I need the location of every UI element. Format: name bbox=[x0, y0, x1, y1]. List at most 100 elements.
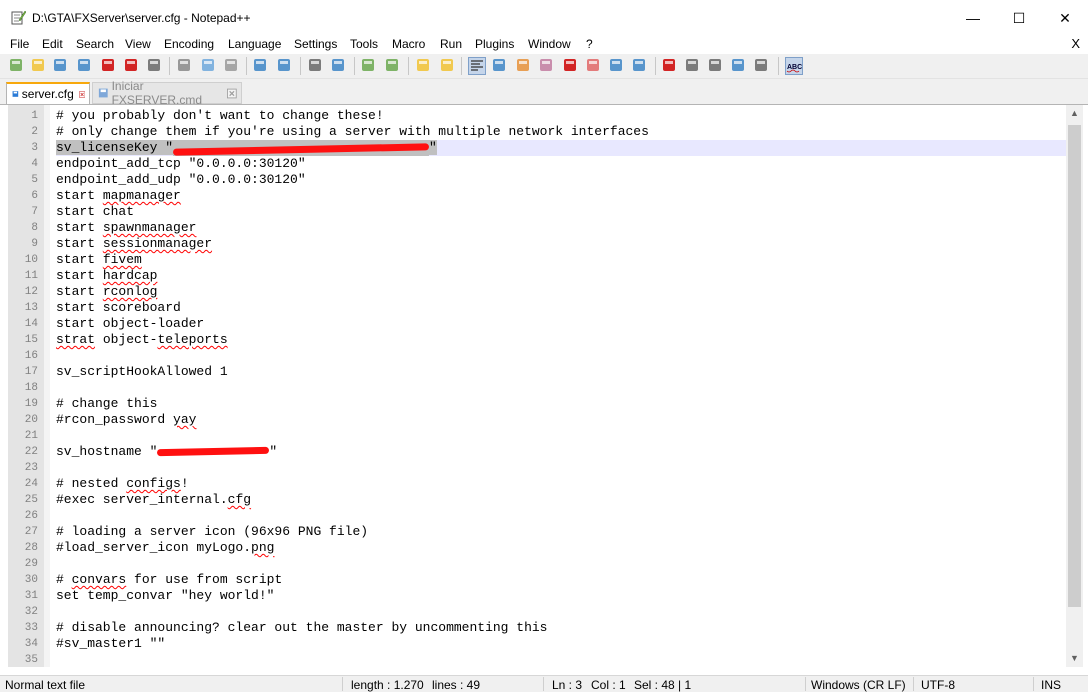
undo-icon[interactable] bbox=[252, 57, 268, 73]
code-line[interactable]: endpoint_add_udp "0.0.0.0:30120" bbox=[56, 172, 1066, 188]
code-line[interactable]: start chat bbox=[56, 204, 1066, 220]
zoom-out-icon[interactable] bbox=[384, 57, 400, 73]
code-line[interactable]: #sv_master1 "" bbox=[56, 636, 1066, 652]
code-line[interactable] bbox=[56, 428, 1066, 444]
code-line[interactable]: #exec server_internal.cfg bbox=[56, 492, 1066, 508]
tab-iniciar-fxserver[interactable]: Iniciar FXSERVER.cmd bbox=[92, 79, 242, 107]
tab-close-icon[interactable] bbox=[78, 89, 85, 100]
code-line[interactable]: # convars for use from script bbox=[56, 572, 1066, 588]
tab-server-cfg[interactable]: server.cfg bbox=[6, 82, 90, 104]
menu-tools[interactable]: Tools bbox=[350, 37, 378, 51]
status-encoding[interactable]: UTF-8 bbox=[921, 678, 955, 692]
code-line[interactable]: # only change them if you're using a ser… bbox=[56, 124, 1066, 140]
document-map-icon[interactable] bbox=[562, 57, 578, 73]
menu-edit[interactable]: Edit bbox=[42, 37, 63, 51]
code-line[interactable] bbox=[56, 652, 1066, 668]
code-line[interactable]: start mapmanager bbox=[56, 188, 1066, 204]
status-insert-mode[interactable]: INS bbox=[1041, 678, 1061, 692]
close-window-button[interactable]: ✕ bbox=[1042, 0, 1088, 36]
menu-search[interactable]: Search bbox=[76, 37, 114, 51]
status-eol[interactable]: Windows (CR LF) bbox=[811, 678, 906, 692]
tab-close-icon[interactable] bbox=[227, 88, 237, 99]
code-line[interactable]: start rconlog bbox=[56, 284, 1066, 300]
save-all-icon[interactable] bbox=[76, 57, 92, 73]
copy-icon[interactable] bbox=[200, 57, 216, 73]
code-line[interactable]: # change this bbox=[56, 396, 1066, 412]
menu-language[interactable]: Language bbox=[228, 37, 281, 51]
code-line[interactable]: #rcon_password yay bbox=[56, 412, 1066, 428]
show-all-chars-icon[interactable] bbox=[491, 57, 507, 73]
status-lines: lines : 49 bbox=[432, 678, 481, 692]
code-line[interactable]: sv_hostname " " bbox=[56, 444, 1066, 460]
code-line[interactable]: # nested configs! bbox=[56, 476, 1066, 492]
monitoring-icon[interactable] bbox=[631, 57, 647, 73]
paste-icon[interactable] bbox=[223, 57, 239, 73]
menu-run[interactable]: Run bbox=[440, 37, 462, 51]
menu-settings[interactable]: Settings bbox=[294, 37, 337, 51]
word-wrap-icon[interactable] bbox=[468, 57, 486, 75]
menu-view[interactable]: View bbox=[125, 37, 151, 51]
code-line[interactable] bbox=[56, 508, 1066, 524]
code-line[interactable]: # disable announcing? clear out the mast… bbox=[56, 620, 1066, 636]
find-icon[interactable] bbox=[307, 57, 323, 73]
code-line[interactable]: sv_licenseKey " " bbox=[56, 140, 1066, 156]
menu-window[interactable]: Window bbox=[528, 37, 571, 51]
code-line[interactable]: start object-loader bbox=[56, 316, 1066, 332]
close-all-icon[interactable] bbox=[123, 57, 139, 73]
save-macro-icon[interactable] bbox=[753, 57, 769, 73]
record-macro-icon[interactable] bbox=[661, 57, 677, 73]
code-line[interactable]: start spawnmanager bbox=[56, 220, 1066, 236]
folder-as-workspace-icon[interactable] bbox=[608, 57, 624, 73]
code-text: " bbox=[269, 444, 278, 459]
code-line[interactable]: #load_server_icon myLogo.png bbox=[56, 540, 1066, 556]
open-file-icon[interactable] bbox=[30, 57, 46, 73]
code-line[interactable]: start fivem bbox=[56, 252, 1066, 268]
close-document-button[interactable]: X bbox=[1071, 36, 1080, 51]
line-number: 6 bbox=[31, 190, 38, 202]
sync-horizontal-icon[interactable] bbox=[439, 57, 455, 73]
scroll-up-icon[interactable]: ▲ bbox=[1070, 108, 1079, 118]
scroll-down-icon[interactable]: ▼ bbox=[1070, 653, 1079, 663]
sync-vertical-icon[interactable] bbox=[415, 57, 431, 73]
user-defined-language-icon[interactable] bbox=[538, 57, 554, 73]
minimize-button[interactable]: — bbox=[950, 0, 996, 36]
code-line[interactable]: endpoint_add_tcp "0.0.0.0:30120" bbox=[56, 156, 1066, 172]
menu-plugins[interactable]: Plugins bbox=[475, 37, 514, 51]
cut-icon[interactable] bbox=[176, 57, 192, 73]
spell-check-icon[interactable]: ABC bbox=[785, 57, 803, 75]
zoom-in-icon[interactable] bbox=[360, 57, 376, 73]
indent-guide-icon[interactable] bbox=[515, 57, 531, 73]
print-icon[interactable] bbox=[146, 57, 162, 73]
close-icon[interactable] bbox=[100, 57, 116, 73]
vertical-scrollbar[interactable]: ▲ ▼ bbox=[1066, 105, 1083, 667]
code-line[interactable]: # loading a server icon (96x96 PNG file) bbox=[56, 524, 1066, 540]
redo-icon[interactable] bbox=[276, 57, 292, 73]
menu-encoding[interactable]: Encoding bbox=[164, 37, 214, 51]
code-line[interactable] bbox=[56, 380, 1066, 396]
replace-icon[interactable] bbox=[330, 57, 346, 73]
code-line[interactable] bbox=[56, 348, 1066, 364]
new-file-icon[interactable] bbox=[8, 57, 24, 73]
editor-area[interactable]: 1 2 3 4 5 6 7 8 9 10 11 12 13 14 15 16 17 18 19 20 21 22 23 24 2… bbox=[0, 105, 1088, 667]
code-line[interactable] bbox=[56, 604, 1066, 620]
playback-macro-icon[interactable] bbox=[707, 57, 723, 73]
code-line[interactable]: sv_scriptHookAllowed 1 bbox=[56, 364, 1066, 380]
function-list-icon[interactable] bbox=[585, 57, 601, 73]
code-line[interactable] bbox=[56, 556, 1066, 572]
menu-help[interactable]: ? bbox=[586, 37, 593, 51]
code-line[interactable]: strat object-teleports bbox=[56, 332, 1066, 348]
scrollbar-thumb[interactable] bbox=[1068, 125, 1081, 607]
run-macro-multiple-icon[interactable] bbox=[730, 57, 746, 73]
code-line[interactable]: # you probably don't want to change thes… bbox=[56, 108, 1066, 124]
menu-macro[interactable]: Macro bbox=[392, 37, 425, 51]
menu-file[interactable]: File bbox=[10, 37, 29, 51]
code-line[interactable]: start scoreboard bbox=[56, 300, 1066, 316]
code-line[interactable]: start hardcap bbox=[56, 268, 1066, 284]
code-line[interactable] bbox=[56, 460, 1066, 476]
save-icon[interactable] bbox=[52, 57, 68, 73]
code-line[interactable]: start sessionmanager bbox=[56, 236, 1066, 252]
tab-bar: server.cfg Iniciar FXSERVER.cmd bbox=[0, 79, 1088, 107]
code-line[interactable]: set temp_convar "hey world!" bbox=[56, 588, 1066, 604]
stop-record-icon[interactable] bbox=[684, 57, 700, 73]
maximize-button[interactable]: ☐ bbox=[996, 0, 1042, 36]
